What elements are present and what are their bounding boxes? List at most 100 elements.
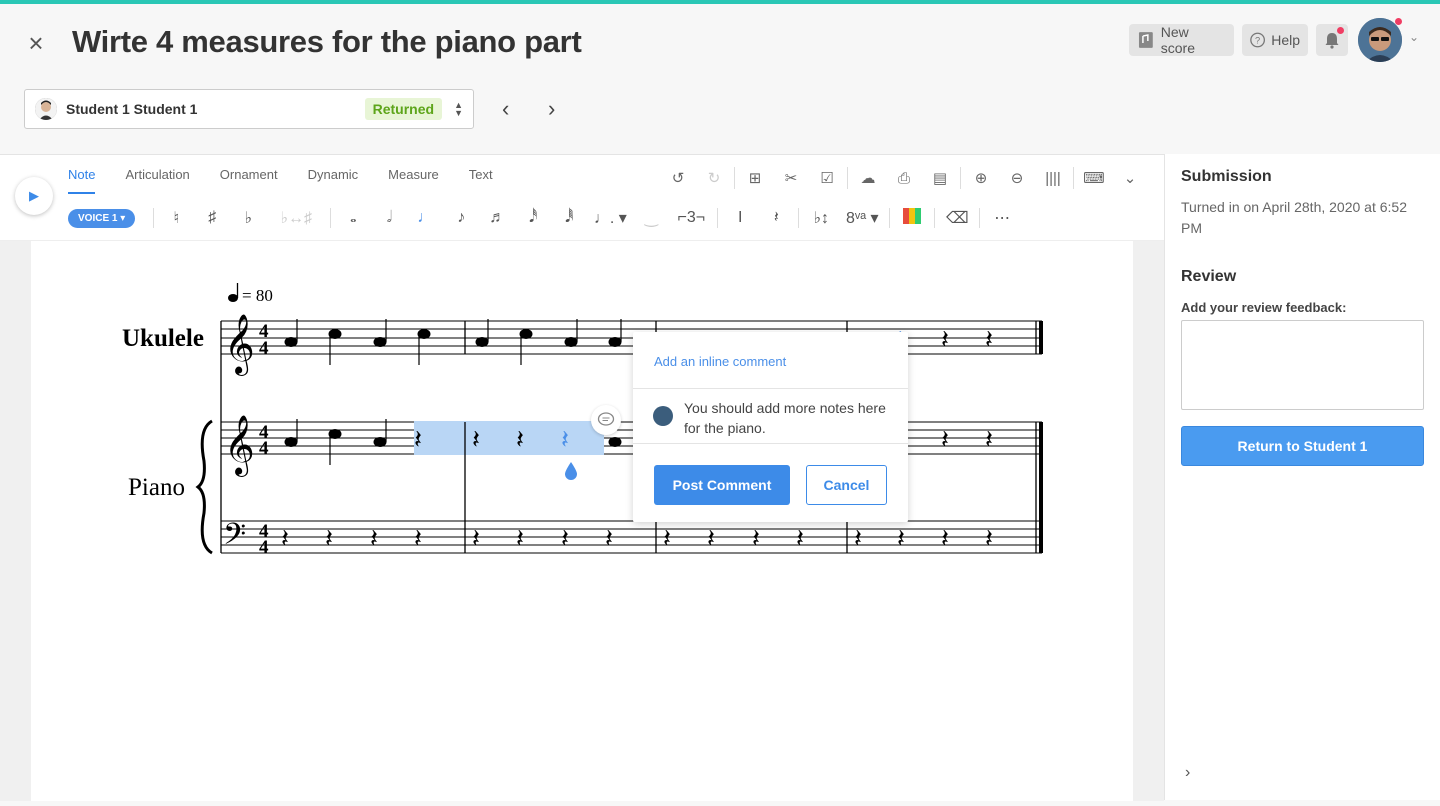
svg-text:4: 4	[259, 438, 269, 459]
keyboard-icon[interactable]: ⌨	[1076, 169, 1112, 187]
close-icon[interactable]: ×	[24, 30, 48, 56]
svg-text:𝄽: 𝄽	[707, 524, 715, 554]
tab-ornament[interactable]: Ornament	[220, 167, 278, 194]
toolbar-tabs: Note Articulation Ornament Dynamic Measu…	[68, 167, 523, 194]
sharp-icon[interactable]: ♯	[194, 209, 230, 227]
avatar[interactable]	[1358, 18, 1402, 62]
note-cursor-handle[interactable]	[565, 462, 577, 480]
zoom-out-icon[interactable]: ⊖	[999, 169, 1035, 187]
toolbar-divider	[960, 167, 961, 189]
chevron-down-icon[interactable]: ⌄	[1112, 169, 1148, 187]
svg-text:𝄽: 𝄽	[897, 524, 905, 554]
dotted-note-icon[interactable]: ♩. ▾	[587, 208, 633, 228]
tab-text[interactable]: Text	[469, 167, 493, 194]
sixty-fourth-note-icon[interactable]: 𝅘𝅥𝅱	[551, 209, 587, 227]
student-selector[interactable]: Student 1 Student 1 Returned ▲ ▼	[24, 89, 474, 129]
delete-icon[interactable]: ⌫	[939, 208, 975, 228]
svg-text:𝄽: 𝄽	[414, 524, 422, 554]
cloud-download-icon[interactable]: ☁	[850, 169, 886, 187]
help-button[interactable]: ? Help	[1242, 24, 1308, 56]
notification-dot	[1337, 27, 1344, 34]
tempo-mark: = 80	[228, 283, 273, 305]
svg-text:𝄽: 𝄽	[561, 524, 569, 554]
measures-icon[interactable]: ||||	[1035, 170, 1071, 187]
next-student-icon[interactable]: ›	[548, 96, 555, 122]
cursor-icon[interactable]: I	[722, 209, 758, 227]
score-paper[interactable]: = 80 Ukulele Piano 𝄞 𝄞 𝄢 4 4 4 4 4 4 𝄽 𝄽…	[31, 241, 1133, 801]
enharmonic-icon[interactable]: ♭↔♯	[266, 208, 326, 228]
notifications-button[interactable]	[1316, 24, 1348, 56]
comment-avatar	[653, 406, 673, 426]
thirty-second-note-icon[interactable]: 𝅘𝅥𝅰	[515, 209, 551, 227]
avatar-status-dot	[1395, 18, 1402, 25]
transpose-icon[interactable]: ♭↕	[803, 208, 839, 228]
tab-articulation[interactable]: Articulation	[125, 167, 189, 194]
barlines	[220, 321, 1037, 553]
paste-icon[interactable]: ☑	[809, 169, 845, 187]
color-palette-icon[interactable]	[894, 207, 930, 229]
voice-label: VOICE 1	[78, 212, 118, 224]
tab-dynamic[interactable]: Dynamic	[308, 167, 359, 194]
natural-icon[interactable]: ♮	[158, 208, 194, 228]
comment-bubble-icon[interactable]	[591, 405, 621, 435]
cancel-button[interactable]: Cancel	[806, 465, 887, 505]
tab-note[interactable]: Note	[68, 167, 96, 194]
tab-measure[interactable]: Measure	[388, 167, 439, 194]
svg-text:𝄽: 𝄽	[472, 425, 480, 455]
svg-text:4: 4	[259, 537, 269, 558]
piano-brace	[195, 419, 213, 555]
svg-text:𝄽: 𝄽	[472, 524, 480, 554]
svg-text:𝄽: 𝄽	[414, 425, 422, 455]
student-avatar	[35, 98, 57, 120]
print-icon[interactable]: ⎙	[886, 170, 922, 187]
post-comment-button[interactable]: Post Comment	[654, 465, 790, 505]
svg-text:𝄽: 𝄽	[516, 425, 524, 455]
add-box-icon[interactable]: ⊞	[737, 169, 773, 187]
new-score-button[interactable]: New score	[1129, 24, 1234, 56]
voice-selector[interactable]: VOICE 1 ▾	[68, 208, 136, 228]
svg-text:𝄽: 𝄽	[985, 524, 993, 554]
octave-icon[interactable]: 8ᵛᵃ ▾	[839, 208, 885, 228]
status-badge: Returned	[364, 98, 443, 120]
eighth-note-icon[interactable]: ♪	[443, 209, 479, 227]
tie-icon[interactable]: ‿	[633, 208, 669, 228]
toolbar-divider	[979, 208, 981, 228]
final-barline	[1039, 321, 1043, 354]
time-signatures: 44 44 44	[259, 321, 269, 558]
redo-icon[interactable]: ↻	[696, 169, 732, 187]
score-icon	[1138, 32, 1153, 48]
toolbar-divider	[330, 208, 332, 228]
comment-actions: Post Comment Cancel	[654, 465, 887, 505]
return-to-student-button[interactable]: Return to Student 1	[1181, 426, 1424, 466]
help-icon: ?	[1250, 32, 1265, 48]
more-icon[interactable]: ⋯	[984, 208, 1020, 228]
score-canvas: = 80 Ukulele Piano 𝄞 𝄞 𝄢 4 4 4 4 4 4 𝄽 𝄽…	[0, 241, 1164, 801]
whole-note-icon[interactable]: 𝅝	[335, 209, 371, 227]
previous-student-icon[interactable]: ‹	[502, 96, 509, 122]
svg-text:𝄽: 𝄽	[663, 524, 671, 554]
svg-text:𝄽: 𝄽	[941, 524, 949, 554]
quarter-note-icon[interactable]: ♩	[407, 209, 443, 227]
instrument-label-ukulele: Ukulele	[122, 325, 204, 352]
flat-icon[interactable]: ♭	[230, 208, 266, 228]
layout-icon[interactable]: ▤	[922, 169, 958, 187]
comment-entry[interactable]: You should add more notes here for the p…	[633, 389, 908, 444]
bass-clef: 𝄢	[223, 518, 246, 559]
cut-icon[interactable]: ✂	[773, 169, 809, 187]
tuplet-icon[interactable]: ⌐3¬	[669, 209, 713, 227]
chevron-down-icon[interactable]: ⌄	[1409, 30, 1419, 44]
rest-icon[interactable]: 𝄽	[758, 209, 794, 227]
student-name: Student 1 Student 1	[66, 101, 198, 117]
svg-text:𝄽: 𝄽	[796, 524, 804, 554]
inline-comment-popover: Add an inline comment You should add mor…	[633, 332, 908, 522]
sixteenth-note-icon[interactable]: ♬	[479, 209, 515, 227]
add-inline-comment-link[interactable]: Add an inline comment	[633, 332, 908, 389]
svg-text:?: ?	[1255, 35, 1260, 45]
review-feedback-input[interactable]	[1181, 320, 1424, 410]
zoom-in-icon[interactable]: ⊕	[963, 169, 999, 187]
undo-icon[interactable]: ↺	[660, 169, 696, 187]
toolbar-divider	[934, 208, 936, 228]
half-note-icon[interactable]: 𝅗𝅥	[371, 209, 407, 227]
play-button[interactable]: ▶	[15, 177, 53, 215]
chevron-right-icon[interactable]: ›	[1185, 764, 1190, 782]
